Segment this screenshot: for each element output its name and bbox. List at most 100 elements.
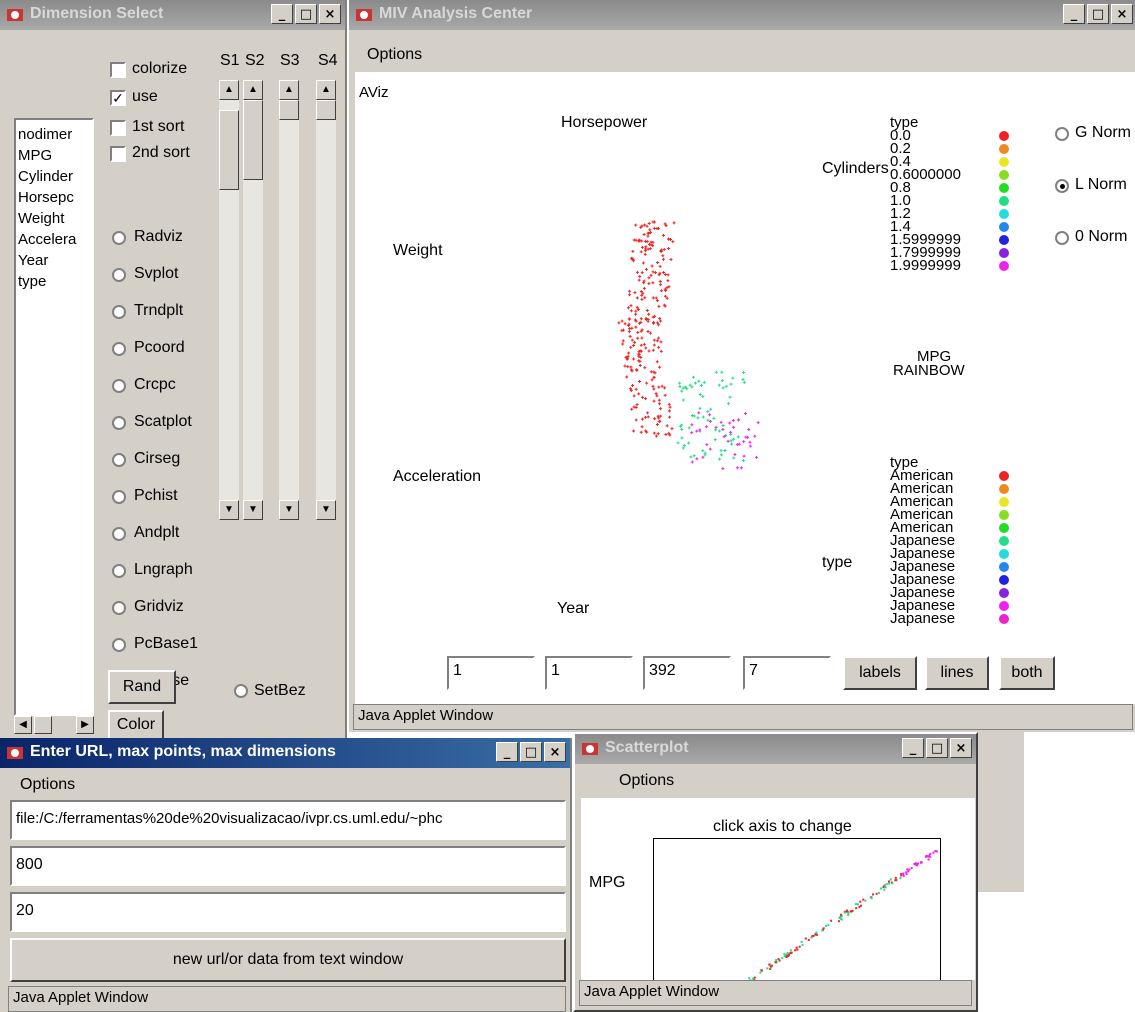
dimension-list-item[interactable]: Accelera — [18, 229, 90, 250]
lines-button[interactable]: lines — [925, 656, 989, 690]
maximize-button[interactable]: □ — [295, 4, 317, 24]
minimize-button[interactable]: _ — [1063, 4, 1085, 24]
param-field[interactable]: 1 — [545, 656, 633, 690]
radviz-point — [659, 289, 663, 293]
legend-color-dot — [999, 209, 1009, 219]
method-radio-radviz[interactable] — [112, 231, 126, 245]
options-menu[interactable]: Options — [367, 46, 422, 64]
radviz-point — [657, 398, 661, 402]
options-menu[interactable]: Options — [619, 772, 674, 790]
slider-s1[interactable]: ▲ ▼ — [219, 80, 239, 520]
labels-button[interactable]: labels — [843, 656, 917, 690]
slider-thumb[interactable] — [219, 110, 239, 190]
menubar: Options — [349, 36, 1135, 64]
norm-radio[interactable] — [1055, 179, 1069, 193]
method-radio-pchist[interactable] — [112, 490, 126, 504]
method-radio-crcpc[interactable] — [112, 379, 126, 393]
method-radio-trndplt[interactable] — [112, 305, 126, 319]
dimension-list-item[interactable]: Year — [18, 250, 90, 271]
color-button[interactable]: Color — [108, 710, 164, 740]
slider-thumb[interactable] — [243, 100, 263, 180]
method-radio-pcbase1[interactable] — [112, 638, 126, 652]
close-button[interactable]: × — [950, 738, 972, 758]
method-radio-svplot[interactable] — [112, 268, 126, 282]
dimension-list-item[interactable]: Weight — [18, 208, 90, 229]
param-field[interactable]: 7 — [743, 656, 831, 690]
both-button[interactable]: both — [999, 656, 1055, 690]
norm-radio[interactable] — [1055, 231, 1069, 245]
slider-thumb[interactable] — [316, 100, 336, 120]
miv-titlebar[interactable]: MIV Analysis Center _ □ × — [349, 0, 1135, 30]
close-button[interactable]: × — [1111, 4, 1133, 24]
dimension-list-item[interactable]: Horsepc — [18, 187, 90, 208]
scatter-point — [748, 977, 751, 980]
slider-down-icon[interactable]: ▼ — [279, 500, 299, 520]
slider-s2[interactable]: ▲ ▼ — [243, 80, 263, 520]
setbez-radio[interactable] — [234, 684, 248, 698]
slider-down-icon[interactable]: ▼ — [243, 500, 263, 520]
checkbox-use[interactable]: ✓ — [110, 90, 126, 106]
dimension-select-titlebar[interactable]: Dimension Select _ □ × — [0, 0, 345, 30]
slider-down-icon[interactable]: ▼ — [219, 500, 239, 520]
slider-down-icon[interactable]: ▼ — [316, 500, 336, 520]
max-points-input[interactable]: 800 — [10, 846, 566, 886]
url-titlebar[interactable]: Enter URL, max points, max dimensions _ … — [0, 738, 570, 768]
url-input[interactable]: file:/C:/ferramentas%20de%20visualizacao… — [10, 800, 566, 840]
max-dimensions-input[interactable]: 20 — [10, 892, 566, 932]
close-button[interactable]: × — [319, 4, 341, 24]
new-url-button[interactable]: new url/or data from text window — [10, 938, 566, 982]
radviz-point — [632, 405, 636, 409]
slider-up-icon[interactable]: ▲ — [219, 80, 239, 100]
scatterplot-titlebar[interactable]: Scatterplot _ □ × — [575, 734, 976, 764]
radviz-point — [690, 385, 694, 389]
method-label: Svplot — [134, 265, 179, 282]
scroll-right-icon[interactable]: ▶ — [76, 716, 94, 734]
radviz-plot — [617, 220, 760, 471]
dimension-list[interactable]: nodimer MPG Cylinder Horsepc Weight Accelera Y… — [14, 118, 94, 716]
dimension-list-hscroll[interactable]: ◀ ▶ — [14, 716, 94, 734]
maximize-button[interactable]: □ — [1087, 4, 1109, 24]
method-radio-gridviz[interactable] — [112, 601, 126, 615]
method-radio-pcoord[interactable] — [112, 342, 126, 356]
slider-up-icon[interactable]: ▲ — [243, 80, 263, 100]
checkbox-2nd-sort[interactable] — [110, 146, 126, 162]
method-radio-cirseg[interactable] — [112, 453, 126, 467]
dimension-list-item[interactable]: MPG — [18, 145, 90, 166]
radviz-point — [647, 222, 651, 226]
radviz-point — [628, 317, 632, 321]
method-radio-scatplot[interactable] — [112, 416, 126, 430]
radviz-point — [702, 380, 706, 384]
type-legend: type American American American American Ame… — [890, 455, 955, 626]
slider-up-icon[interactable]: ▲ — [279, 80, 299, 100]
menubar: Options — [0, 770, 570, 798]
maximize-button[interactable]: □ — [926, 738, 948, 758]
maximize-button[interactable]: □ — [520, 742, 542, 762]
options-menu[interactable]: Options — [20, 776, 75, 794]
method-radio-lngraph[interactable] — [112, 564, 126, 578]
radviz-point — [755, 455, 759, 459]
slider-up-icon[interactable]: ▲ — [316, 80, 336, 100]
slider-s4[interactable]: ▲ ▼ — [316, 80, 336, 520]
minimize-button[interactable]: _ — [271, 4, 293, 24]
param-field[interactable]: 1 — [447, 656, 535, 690]
legend-color-dot — [999, 549, 1009, 559]
miv-canvas[interactable]: AViz Horsepower Weight Acceleration Year… — [355, 72, 1135, 704]
param-field[interactable]: 392 — [643, 656, 731, 690]
checkbox-1st-sort[interactable] — [110, 120, 126, 136]
slider-s3[interactable]: ▲ ▼ — [279, 80, 299, 520]
close-button[interactable]: × — [544, 742, 566, 762]
scroll-left-icon[interactable]: ◀ — [14, 716, 32, 734]
scroll-thumb[interactable] — [34, 716, 52, 734]
minimize-button[interactable]: _ — [902, 738, 924, 758]
checkbox-colorize[interactable] — [110, 62, 126, 78]
scatter-point — [929, 852, 932, 855]
dimension-list-item[interactable]: nodimer — [18, 124, 90, 145]
scatter-canvas[interactable]: click axis to change MPG — [581, 798, 975, 980]
norm-radio[interactable] — [1055, 127, 1069, 141]
minimize-button[interactable]: _ — [496, 742, 518, 762]
method-radio-andplt[interactable] — [112, 527, 126, 541]
slider-thumb[interactable] — [279, 100, 299, 120]
dimension-list-item[interactable]: type — [18, 271, 90, 292]
rand-button[interactable]: Rand — [108, 670, 176, 704]
dimension-list-item[interactable]: Cylinder — [18, 166, 90, 187]
